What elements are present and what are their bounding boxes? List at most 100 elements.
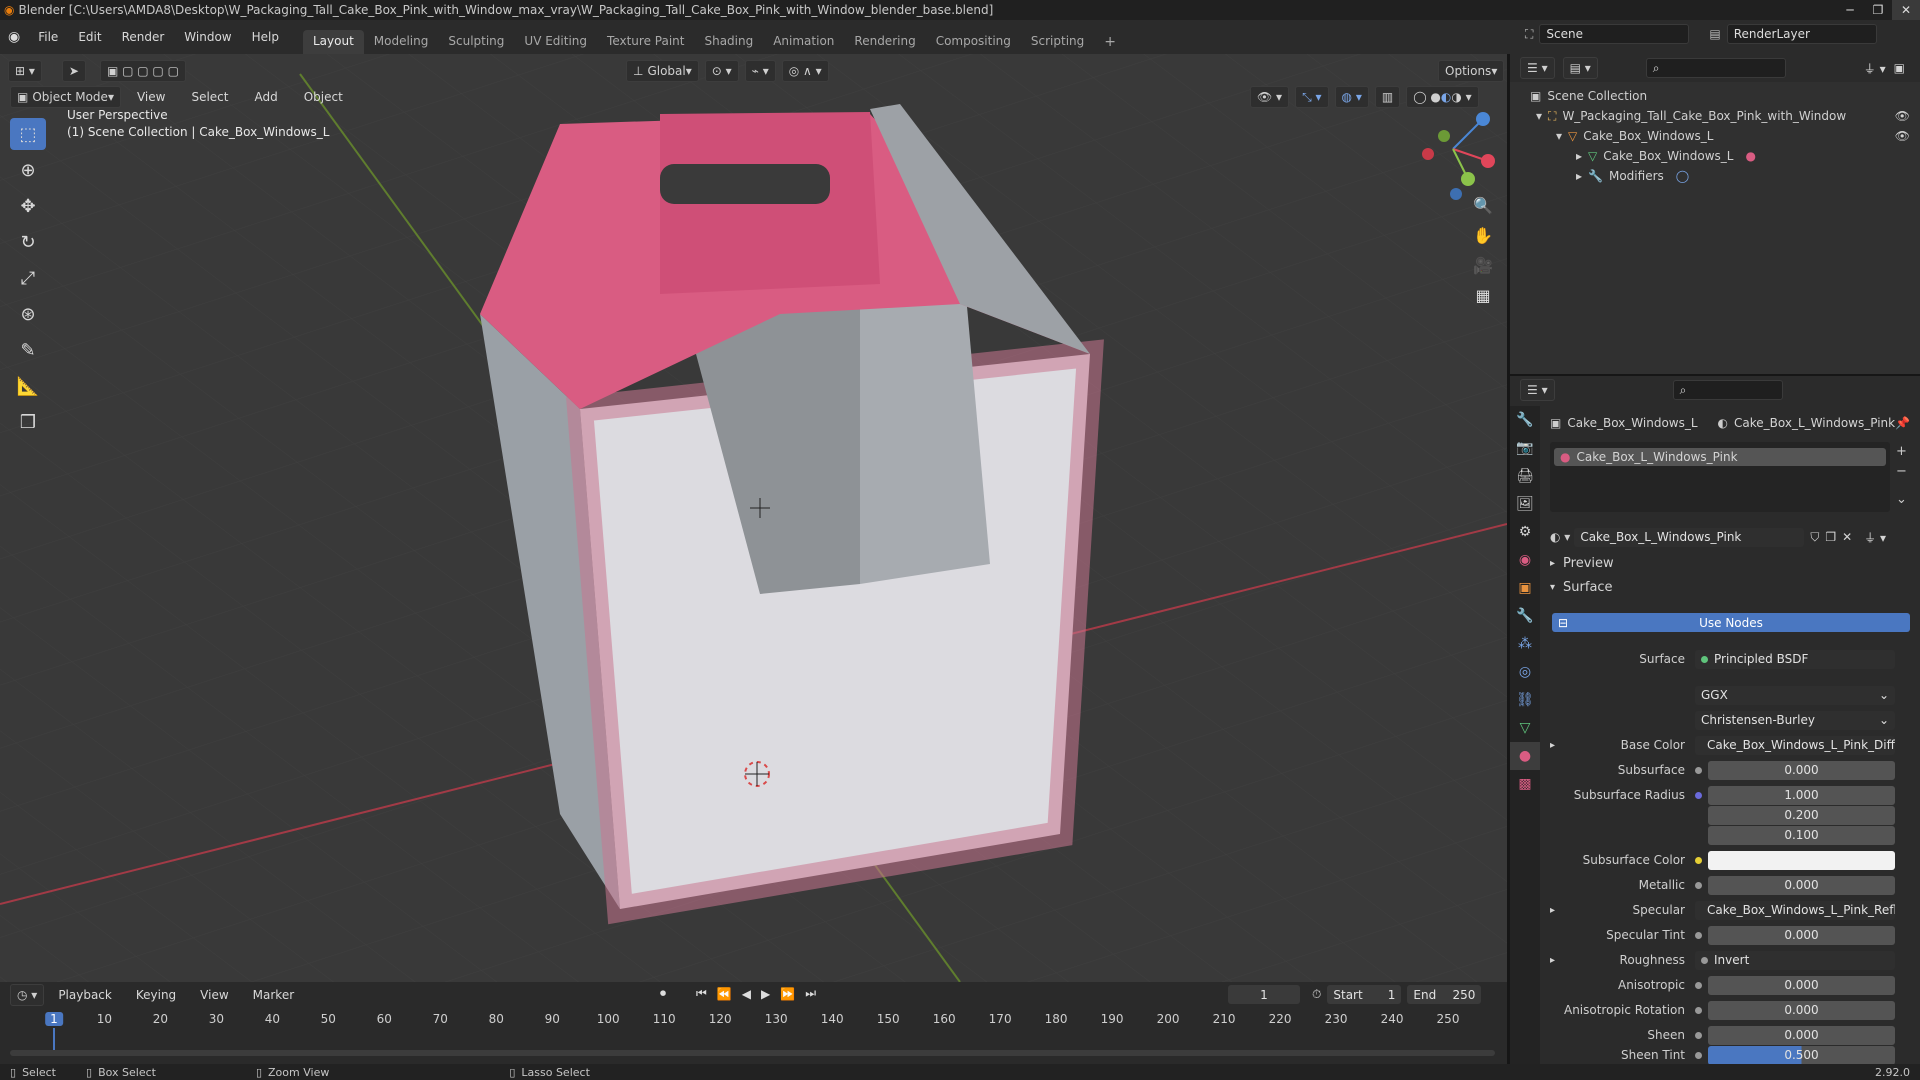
zoom-icon[interactable]: 🔍 xyxy=(1468,190,1498,220)
scene-icon[interactable]: ⛶ xyxy=(1525,27,1533,42)
select-mode-buttons[interactable]: ▣ ▢ ▢ ▢ ▢ xyxy=(99,60,186,82)
viewport-menu-select[interactable]: Select xyxy=(181,90,238,104)
cursor-tool[interactable]: ⊕ xyxy=(10,154,46,186)
tweak-tool-button[interactable]: ➤ xyxy=(61,60,86,82)
unlink-material-icon[interactable]: ✕ xyxy=(1842,530,1852,544)
pivot-dropdown[interactable]: ⊙ ▾ xyxy=(704,60,739,82)
shading-mode-buttons[interactable]: ◯ ● ◐ ◑ ▾ xyxy=(1406,86,1479,108)
viewport-menu-object[interactable]: Object xyxy=(294,90,353,104)
specular-field[interactable]: Cake_Box_Windows_L_Pink_Reflec... xyxy=(1695,900,1895,920)
specular-tint-slider[interactable]: 0.000 xyxy=(1708,925,1895,945)
options-dropdown[interactable]: Options ▾ xyxy=(1438,60,1505,82)
view-layer-selector[interactable]: RenderLayer xyxy=(1726,24,1877,44)
expand-arrow-icon[interactable]: ▾ xyxy=(1556,129,1562,143)
subsurface-slider[interactable]: 0.000 xyxy=(1708,760,1895,780)
tab-sculpting[interactable]: Sculpting xyxy=(438,30,514,54)
scale-tool[interactable]: ⤢ xyxy=(10,262,46,294)
select-box-tool[interactable]: ⬚ xyxy=(10,118,46,150)
subsurface-radius-x[interactable]: 1.000 xyxy=(1708,785,1895,805)
new-collection-icon[interactable]: ▣ xyxy=(1894,61,1905,75)
object-tab-icon[interactable]: ▣ xyxy=(1510,574,1540,602)
proportional-toggle[interactable]: ◎ ∧ ▾ xyxy=(781,60,829,82)
properties-search-input[interactable]: ⌕ xyxy=(1672,380,1783,400)
duplicate-material-icon[interactable]: ❐ xyxy=(1825,530,1836,544)
roughness-field[interactable]: Invert xyxy=(1695,950,1895,970)
filter-icon[interactable]: ⏚ ▾ xyxy=(1864,60,1886,77)
tab-modeling[interactable]: Modeling xyxy=(364,30,439,54)
surface-shader-field[interactable]: Principled BSDF xyxy=(1695,649,1895,669)
sheen-tint-slider[interactable]: 0.500 xyxy=(1708,1046,1895,1064)
tab-layout[interactable]: Layout xyxy=(302,30,364,54)
tab-animation[interactable]: Animation xyxy=(763,30,844,54)
add-workspace-button[interactable]: + xyxy=(1094,30,1126,54)
subsurface-radius-y[interactable]: 0.200 xyxy=(1708,805,1895,825)
visibility-dropdown[interactable]: 👁 ▾ xyxy=(1250,86,1290,108)
rotate-tool[interactable]: ↻ xyxy=(10,226,46,258)
subsurface-color-swatch[interactable] xyxy=(1708,850,1895,870)
snap-toggle[interactable]: ⌁ ▾ xyxy=(744,60,776,82)
menu-edit[interactable]: Edit xyxy=(68,30,111,44)
transform-tool[interactable]: ⊛ xyxy=(10,298,46,330)
anisotropic-rotation-slider[interactable]: 0.000 xyxy=(1708,1000,1895,1020)
anisotropic-slider[interactable]: 0.000 xyxy=(1708,975,1895,995)
constraints-tab-icon[interactable]: ⛓ xyxy=(1510,686,1540,714)
editor-type-button[interactable]: ⊞ ▾ xyxy=(8,60,42,82)
data-tab-icon[interactable]: ▽ xyxy=(1510,714,1540,742)
object-mode-dropdown[interactable]: ▣ Object Mode ▾ xyxy=(10,86,121,108)
particles-tab-icon[interactable]: ⁂ xyxy=(1510,630,1540,658)
outliner-row-packaging-collection[interactable]: ▾ ⛶ W_Packaging_Tall_Cake_Box_Pink_with_… xyxy=(1510,106,1920,126)
viewport-scene[interactable] xyxy=(0,54,1507,982)
blender-menu-icon[interactable]: ◉ xyxy=(0,29,28,45)
surface-panel-header[interactable]: ▾ Surface xyxy=(1540,576,1920,598)
tab-uv-editing[interactable]: UV Editing xyxy=(514,30,597,54)
outliner-display-mode[interactable]: ▤ ▾ xyxy=(1562,57,1598,79)
renderlayer-icon[interactable]: ▤ xyxy=(1709,27,1720,41)
tab-scripting[interactable]: Scripting xyxy=(1021,30,1094,54)
texture-tab-icon[interactable]: ▩ xyxy=(1510,770,1540,798)
transform-orientation-dropdown[interactable]: ⊥ Global ▾ xyxy=(626,60,699,82)
output-tab-icon[interactable]: 🖨 xyxy=(1510,462,1540,490)
properties-editor-type[interactable]: ☰ ▾ xyxy=(1520,379,1555,401)
tab-shading[interactable]: Shading xyxy=(694,30,763,54)
annotate-tool[interactable]: ✎ xyxy=(10,334,46,366)
tab-rendering[interactable]: Rendering xyxy=(844,30,925,54)
view-layer-tab-icon[interactable]: 🖼 xyxy=(1510,490,1540,518)
material-slot-list[interactable]: ● Cake_Box_L_Windows_Pink xyxy=(1550,442,1890,512)
menu-file[interactable]: File xyxy=(28,30,68,44)
camera-view-icon[interactable]: 🎥 xyxy=(1468,250,1498,280)
slot-menu-button[interactable]: ⌄ xyxy=(1896,490,1907,510)
outliner-search-input[interactable]: ⌕ xyxy=(1645,58,1786,78)
viewport-menu-view[interactable]: View xyxy=(127,90,175,104)
distribution-dropdown[interactable]: GGX ⌄ xyxy=(1695,685,1895,705)
outliner-row-mesh[interactable]: ▸ ▽ Cake_Box_Windows_L ● xyxy=(1510,146,1920,166)
world-tab-icon[interactable]: ◉ xyxy=(1510,546,1540,574)
outliner-row-modifiers[interactable]: ▸ 🔧 Modifiers ◯ xyxy=(1510,166,1920,186)
xray-toggle[interactable]: ▥ xyxy=(1374,86,1401,108)
base-color-field[interactable]: Cake_Box_Windows_L_Pink_Diffuse... xyxy=(1695,735,1895,755)
modifier-tab-icon[interactable]: 🔧 xyxy=(1510,602,1540,630)
minimize-button[interactable]: ─ xyxy=(1836,0,1864,20)
measure-tool[interactable]: 📐 xyxy=(10,370,46,402)
link-type-icon[interactable]: ⏚ ▾ xyxy=(1864,529,1886,546)
expand-arrow-icon[interactable]: ▸ xyxy=(1576,169,1582,183)
sheen-slider[interactable]: 0.000 xyxy=(1708,1025,1895,1045)
tab-compositing[interactable]: Compositing xyxy=(926,30,1021,54)
scene-selector[interactable]: Scene xyxy=(1539,24,1690,44)
pin-icon[interactable]: 📌 xyxy=(1895,416,1910,430)
fake-user-shield-icon[interactable]: ⛉ xyxy=(1810,530,1819,545)
gizmo-toggle[interactable]: ⤡ ▾ xyxy=(1295,86,1329,108)
preview-panel-header[interactable]: ▸ Preview xyxy=(1540,552,1920,574)
expand-arrow-icon[interactable]: ▸ xyxy=(1550,955,1555,966)
metallic-slider[interactable]: 0.000 xyxy=(1708,875,1895,895)
material-name-field[interactable]: Cake_Box_L_Windows_Pink xyxy=(1574,527,1805,547)
remove-slot-button[interactable]: − xyxy=(1896,462,1907,482)
render-tab-icon[interactable]: 📷 xyxy=(1510,434,1540,462)
add-cube-tool[interactable]: ❒ xyxy=(10,406,46,438)
add-slot-button[interactable]: + xyxy=(1896,442,1907,462)
scene-tab-icon[interactable]: ⚙ xyxy=(1510,518,1540,546)
tool-tab-icon[interactable]: 🔧 xyxy=(1510,406,1540,434)
pan-hand-icon[interactable]: ✋ xyxy=(1468,220,1498,250)
subsurface-radius-z[interactable]: 0.100 xyxy=(1708,825,1895,845)
expand-arrow-icon[interactable]: ▾ xyxy=(1536,109,1542,123)
outliner-row-object[interactable]: ▾ ▽ Cake_Box_Windows_L 👁 xyxy=(1510,126,1920,146)
